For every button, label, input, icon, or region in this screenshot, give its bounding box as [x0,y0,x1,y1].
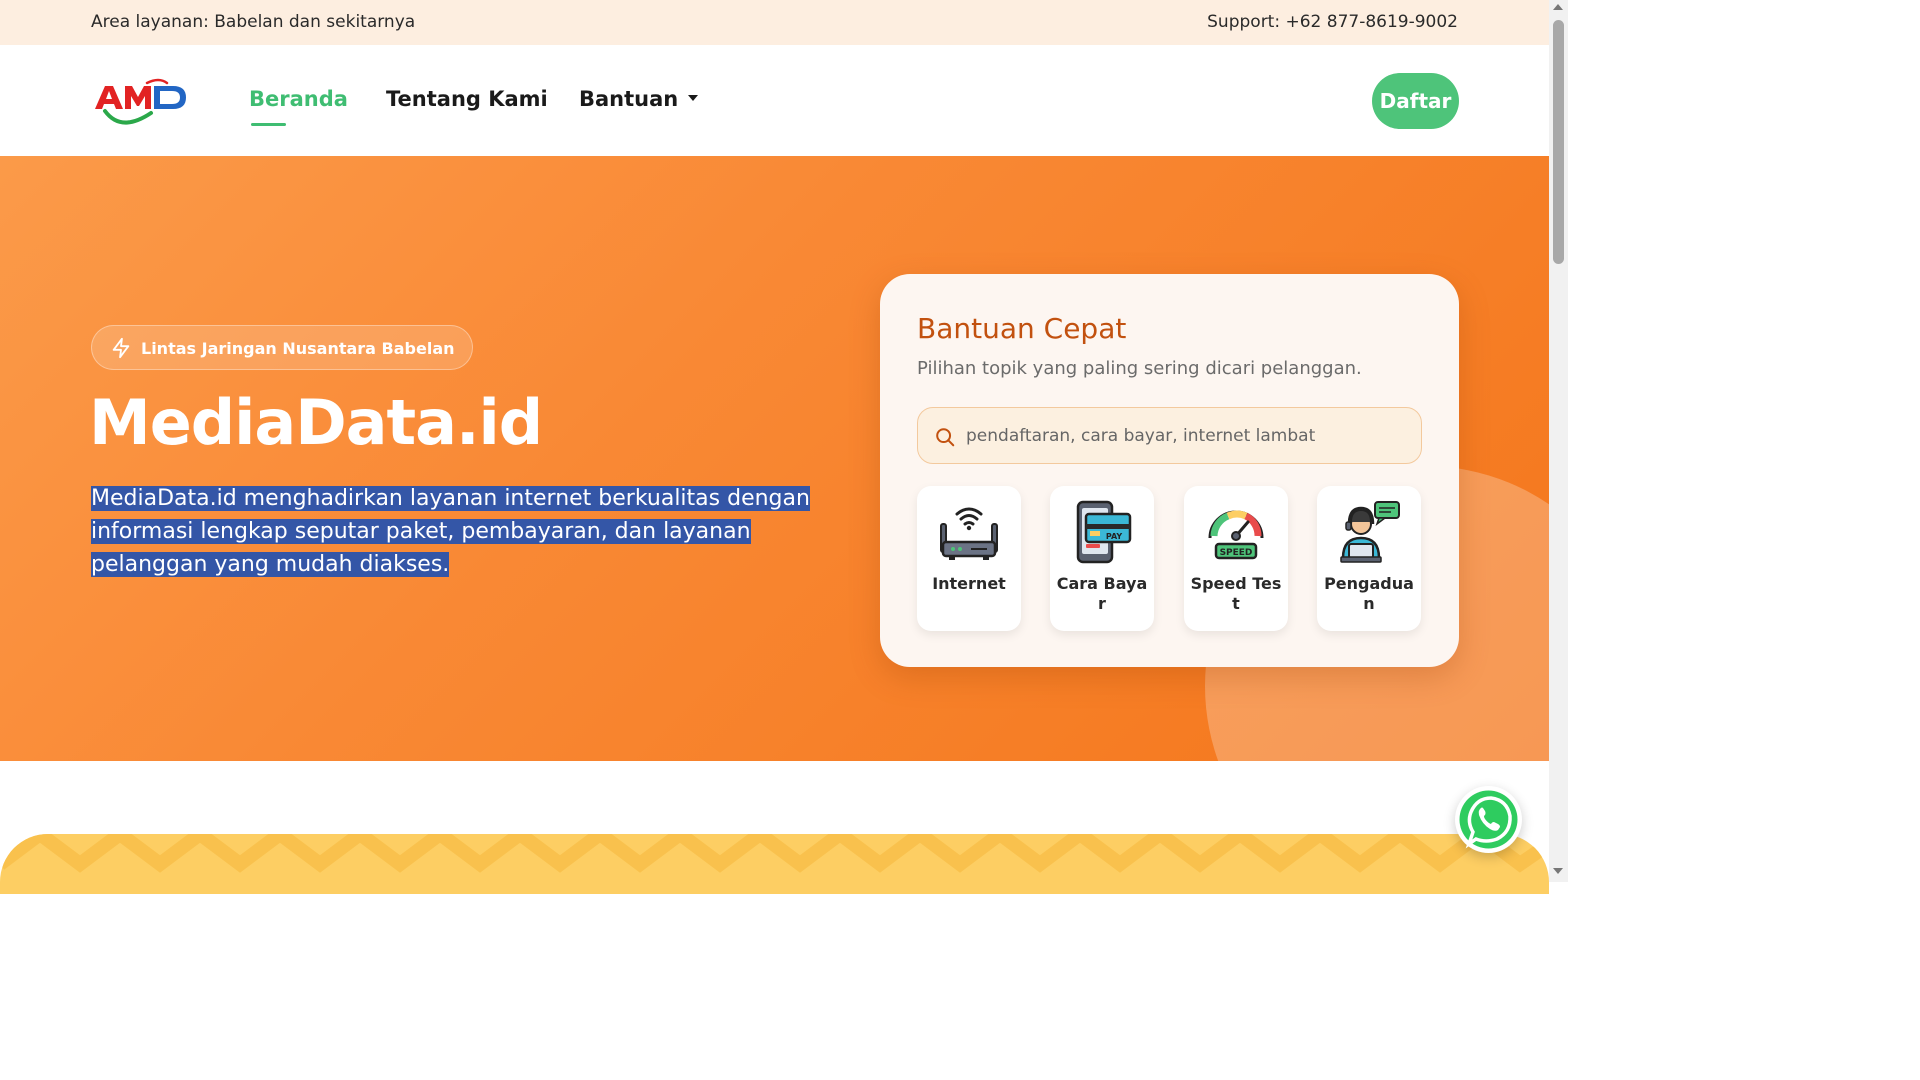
scrollbar-thumb[interactable] [1553,20,1564,264]
hero-badge: Lintas Jaringan Nusantara Babelan [91,325,473,370]
tile-cara-bayar[interactable]: PAY Cara Bayar [1050,486,1154,631]
whatsapp-icon [1459,790,1518,849]
tile-pengaduan[interactable]: Pengaduan [1317,486,1421,631]
whatsapp-button[interactable] [1455,786,1522,853]
help-search-input[interactable] [966,418,1406,454]
hero-description-text: MediaData.id menghadirkan layanan intern… [91,486,810,577]
tile-cara-bayar-label: Cara Bayar [1056,574,1148,613]
tile-speed-test[interactable]: SPEED Speed Test [1184,486,1288,631]
hero-section: Lintas Jaringan Nusantara Babelan MediaD… [0,156,1549,761]
router-icon [940,507,998,560]
next-section-band [0,834,1549,894]
hero-badge-label: Lintas Jaringan Nusantara Babelan [141,339,455,358]
nav-beranda[interactable]: Beranda [249,87,348,111]
top-info-bar: Area layanan: Babelan dan sekitarnya Sup… [0,0,1549,45]
scroll-down-arrow-icon[interactable] [1553,868,1563,874]
amd-logo[interactable] [91,77,197,125]
phone-pay-icon: PAY [1076,500,1132,564]
speedometer-icon: SPEED [1208,510,1264,560]
tile-internet-label: Internet [932,574,1006,593]
hero-title: MediaData.id [89,386,543,459]
help-topic-tiles: Internet PAY Cara Bayar SPEED Speed Test… [917,486,1422,631]
zigzag-pattern [0,834,1549,873]
tile-speed-test-label: Speed Test [1190,574,1282,613]
page-scrollbar[interactable] [1549,0,1568,882]
quick-help-title: Bantuan Cepat [917,312,1127,345]
hero-description: MediaData.id menghadirkan layanan intern… [91,482,831,581]
quick-help-subtitle: Pilihan topik yang paling sering dicari … [917,358,1362,379]
support-phone-link[interactable]: Support: +62 877-8619-9002 [1207,12,1458,32]
nav-tentang-kami[interactable]: Tentang Kami [386,87,548,111]
help-search-box[interactable] [917,407,1422,464]
nav-bantuan-dropdown[interactable]: Bantuan [579,87,699,111]
pay-label: PAY [1106,532,1123,541]
lightning-icon [112,337,130,359]
daftar-button[interactable]: Daftar [1372,73,1459,129]
speed-label: SPEED [1220,548,1253,558]
main-navbar: Beranda Tentang Kami Bantuan Daftar [0,45,1549,156]
customer-support-icon [1340,501,1400,563]
quick-help-card: Bantuan Cepat Pilihan topik yang paling … [880,274,1459,667]
scroll-up-arrow-icon[interactable] [1553,4,1563,10]
service-area-text: Area layanan: Babelan dan sekitarnya [91,12,416,32]
nav-active-indicator [251,123,286,126]
chevron-down-icon [688,95,699,101]
nav-bantuan-label: Bantuan [579,87,679,111]
tile-pengaduan-label: Pengaduan [1324,574,1414,613]
tile-internet[interactable]: Internet [917,486,1021,631]
search-icon [936,428,955,447]
